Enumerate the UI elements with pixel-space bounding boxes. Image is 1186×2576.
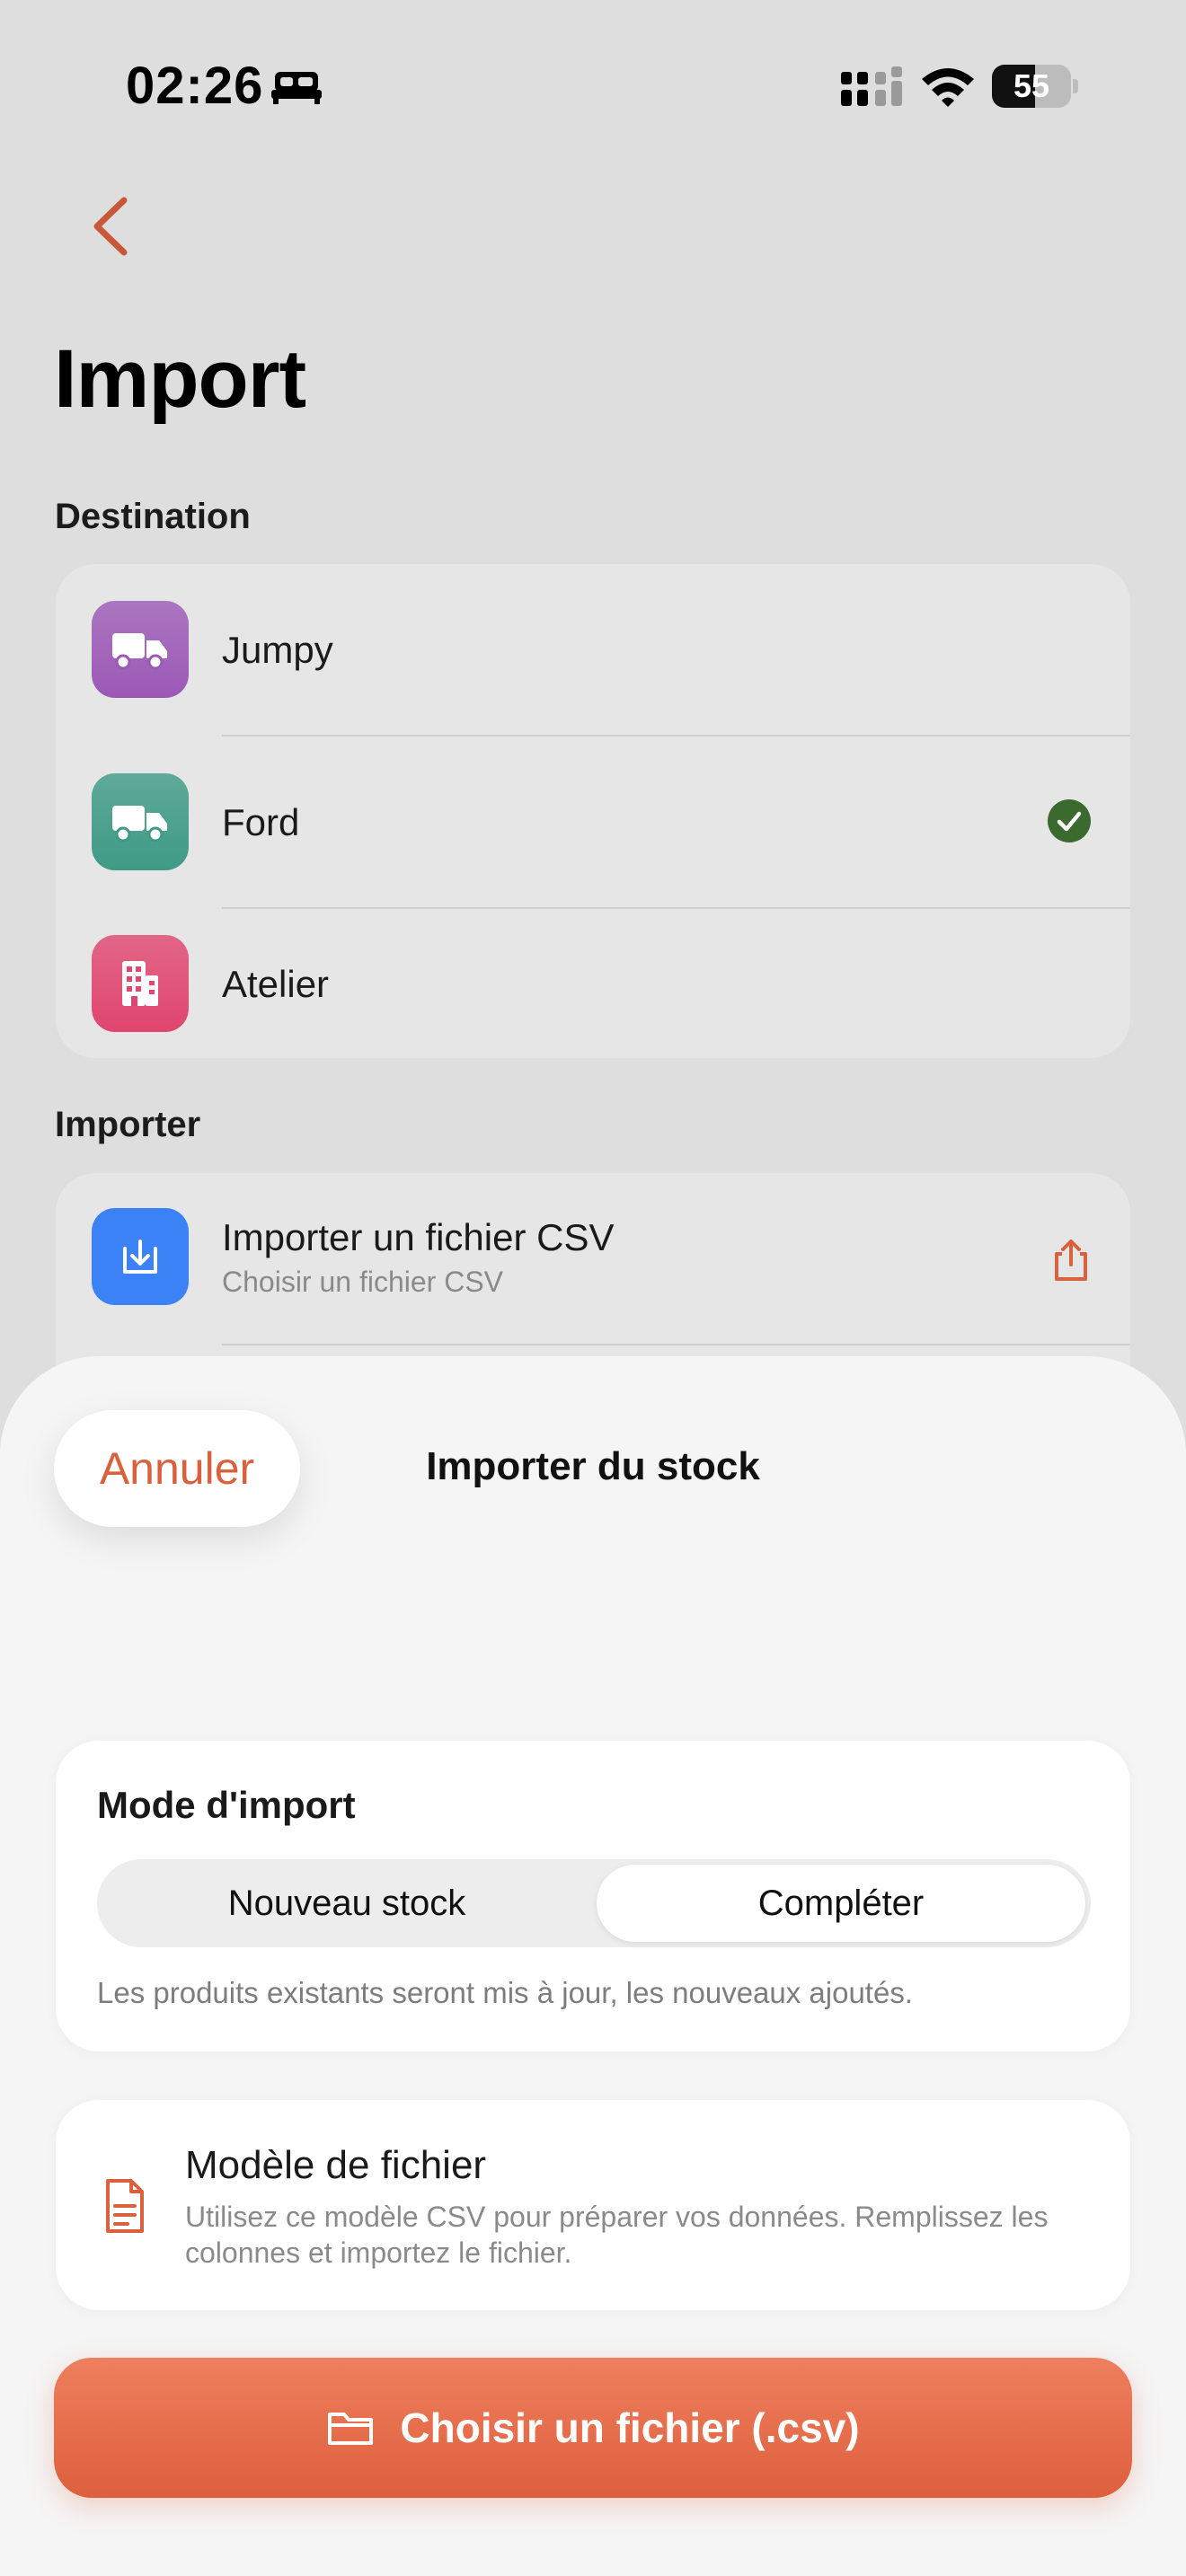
destination-label: Jumpy bbox=[222, 629, 333, 671]
choose-file-button[interactable]: Choisir un fichier (.csv) bbox=[54, 2358, 1132, 2498]
file-template-title: Modèle de fichier bbox=[185, 2143, 487, 2187]
destination-label: Ford bbox=[222, 801, 300, 843]
destination-label: Atelier bbox=[222, 963, 330, 1005]
import-mode-segmented-control: Nouveau stock Compléter bbox=[97, 1859, 1091, 1947]
destination-section-title: Destination bbox=[55, 497, 251, 536]
sheet-title: Importer du stock bbox=[426, 1444, 760, 1488]
building-icon bbox=[92, 935, 189, 1032]
destination-item-atelier[interactable]: Atelier bbox=[56, 909, 1130, 1058]
destination-list: Jumpy Ford Atelier bbox=[56, 564, 1130, 1058]
import-csv-subtitle: Choisir un fichier CSV bbox=[222, 1266, 503, 1298]
checkmark-icon bbox=[1048, 799, 1091, 842]
importer-section-title: Importer bbox=[55, 1105, 201, 1144]
destination-item-jumpy[interactable]: Jumpy bbox=[56, 564, 1130, 735]
document-icon bbox=[106, 2179, 144, 2233]
back-button[interactable] bbox=[83, 193, 137, 260]
file-template-description: Utilisez ce modèle CSV pour préparer vos… bbox=[185, 2201, 1049, 2269]
divider bbox=[222, 1344, 1130, 1345]
truck-icon bbox=[92, 773, 189, 870]
folder-icon bbox=[328, 2413, 374, 2445]
bed-icon bbox=[271, 72, 322, 104]
file-template-panel[interactable]: Modèle de fichier Utilisez ce modèle CSV… bbox=[56, 2100, 1130, 2310]
battery-level: 55 bbox=[1013, 67, 1050, 104]
choose-file-label: Choisir un fichier (.csv) bbox=[400, 2404, 860, 2451]
share-icon[interactable] bbox=[1051, 1238, 1091, 1283]
status-bar: 02:26 55 bbox=[0, 0, 1186, 171]
download-icon bbox=[92, 1208, 189, 1305]
import-csv-label: Importer un fichier CSV bbox=[222, 1216, 615, 1258]
import-mode-note: Les produits existants seront mis à jour… bbox=[97, 1976, 913, 2009]
import-csv-row[interactable]: Importer un fichier CSV Choisir un fichi… bbox=[56, 1173, 1130, 1344]
page-title: Import bbox=[54, 333, 306, 425]
segment-nouveau-stock[interactable]: Nouveau stock bbox=[102, 1865, 591, 1942]
battery-indicator: 55 bbox=[992, 65, 1078, 108]
cellular-signal-icon bbox=[841, 66, 902, 106]
wifi-icon bbox=[922, 68, 974, 107]
segment-completer[interactable]: Compléter bbox=[597, 1865, 1085, 1942]
destination-item-ford[interactable]: Ford bbox=[56, 737, 1130, 907]
import-mode-panel: Mode d'import Nouveau stock Compléter Le… bbox=[56, 1741, 1130, 2051]
truck-icon bbox=[92, 601, 189, 698]
import-mode-title: Mode d'import bbox=[97, 1784, 356, 1826]
status-time: 02:26 bbox=[126, 57, 264, 115]
